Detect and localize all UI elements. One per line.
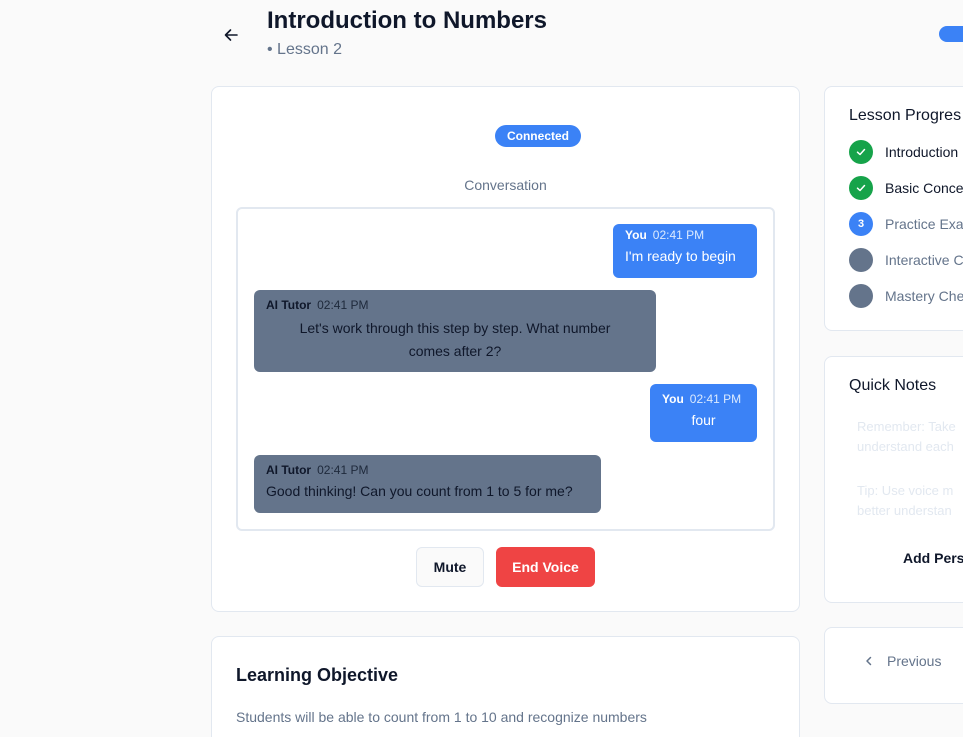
ai-message: AI Tutor 02:41 PM Let's work through this… [254, 290, 656, 372]
progress-step[interactable]: 3 Practice Exa [849, 212, 963, 236]
previous-label: Previous [887, 653, 942, 669]
lesson-page: Introduction to Numbers • Lesson 2 Conne… [0, 0, 963, 737]
step-label: Introduction [885, 144, 959, 160]
message-sender: You [625, 228, 647, 242]
message-text: Let's work through this step by step. Wh… [266, 317, 644, 363]
note-line: understand each [857, 439, 954, 454]
objective-title: Learning Objective [236, 665, 399, 685]
step-label: Interactive C [885, 252, 963, 268]
check-icon [849, 176, 873, 200]
arrow-left-icon [224, 29, 238, 41]
voice-session-card: Connected Conversation You 02:41 PM I'm r… [211, 86, 800, 612]
add-personal-note-button[interactable]: Add Pers [903, 550, 963, 566]
note-line: better understan [857, 503, 952, 518]
conversation-log[interactable]: You 02:41 PM I'm ready to begin AI Tutor 0… [236, 207, 775, 531]
status-badge: Connected [495, 125, 581, 147]
back-button[interactable] [218, 22, 244, 48]
progress-step[interactable]: Basic Conce [849, 176, 963, 200]
message-text: four [691, 412, 716, 428]
message-sender: AI Tutor [266, 298, 312, 312]
message-sender: AI Tutor [266, 463, 312, 477]
note-line: Tip: Use voice m [857, 483, 954, 498]
message-sender: You [662, 392, 684, 406]
message-time: 02:41 PM [689, 392, 742, 406]
message-time: 02:41 PM [317, 298, 369, 312]
end-voice-button[interactable]: End Voice [496, 547, 595, 587]
conversation-label: Conversation [464, 177, 547, 193]
mute-button[interactable]: Mute [416, 547, 484, 587]
message-meta: AI Tutor 02:41 PM [266, 290, 644, 312]
message-time: 02:41 PM [652, 228, 705, 242]
previous-button[interactable]: Previous [865, 653, 941, 669]
objective-text: Students will be able to count from 1 to… [236, 709, 647, 725]
message-text: I'm ready to begin [625, 248, 736, 264]
lesson-subtitle: • Lesson 2 [267, 41, 342, 58]
progress-title: Lesson Progres [849, 107, 962, 124]
message-time: 02:41 PM [317, 463, 369, 477]
step-label: Mastery Che [885, 288, 963, 304]
user-message: You 02:41 PM four [650, 384, 757, 442]
message-text-line: Let's work through this step by step. Wh… [299, 320, 611, 336]
user-message: You 02:41 PM I'm ready to begin [613, 224, 757, 278]
page-title: Introduction to Numbers [267, 7, 547, 34]
message-text-line: comes after 2? [408, 343, 502, 359]
step-label: Practice Exa [885, 216, 963, 232]
chevron-left-icon [865, 656, 873, 666]
notes-title: Quick Notes [849, 377, 937, 394]
message-meta: AI Tutor 02:41 PM [266, 455, 589, 477]
step-number-badge: 3 [849, 212, 873, 236]
progress-step[interactable]: Mastery Che [849, 284, 963, 308]
progress-step[interactable]: Interactive C [849, 248, 963, 272]
progress-step[interactable]: Introduction [849, 140, 958, 164]
note-item: Tip: Use voice m better understan [857, 481, 953, 521]
learning-objective-card: Learning Objective Students will be able… [211, 636, 800, 737]
lesson-progress-card: Lesson Progres Introduction Basic Conce … [824, 86, 963, 331]
note-item: Remember: Take understand each [857, 417, 956, 457]
check-icon [849, 140, 873, 164]
header-action-button[interactable] [939, 26, 963, 42]
ai-message: AI Tutor 02:41 PM Good thinking! Can you … [254, 455, 601, 513]
note-line: Remember: Take [857, 419, 956, 434]
step-label: Basic Conce [885, 180, 963, 196]
pending-step-icon [849, 248, 873, 272]
lesson-nav-card: Previous [824, 627, 963, 704]
pending-step-icon [849, 284, 873, 308]
message-meta: You 02:41 PM [625, 224, 745, 242]
message-meta: You 02:41 PM [662, 384, 745, 406]
message-text: Good thinking! Can you count from 1 to 5… [266, 483, 573, 499]
quick-notes-card: Quick Notes Remember: Take understand ea… [824, 356, 963, 603]
